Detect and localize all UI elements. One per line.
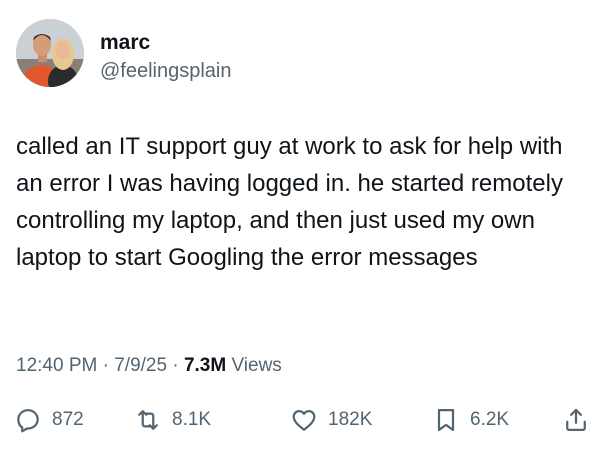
tweet-meta: 12:40 PM · 7/9/25 · 7.3M Views xyxy=(16,354,282,378)
user-handle[interactable]: @feelingsplain xyxy=(100,58,232,84)
share-icon xyxy=(562,406,590,434)
reply-count: 872 xyxy=(52,409,84,430)
views-count[interactable]: 7.3M xyxy=(184,355,226,376)
action-bar: 872 8.1K 182K 6.2K xyxy=(14,404,594,436)
reply-button[interactable]: 872 xyxy=(14,404,84,436)
bookmark-button[interactable]: 6.2K xyxy=(432,404,509,436)
repost-count: 8.1K xyxy=(172,409,212,430)
share-button[interactable] xyxy=(562,404,590,436)
bookmark-icon xyxy=(432,406,460,434)
meta-separator: · xyxy=(167,355,184,376)
avatar[interactable] xyxy=(16,19,84,87)
avatar-photo xyxy=(16,19,84,87)
display-name[interactable]: marc xyxy=(100,30,150,56)
repost-button[interactable]: 8.1K xyxy=(134,404,211,436)
views-label: Views xyxy=(226,355,282,376)
meta-separator: · xyxy=(97,355,115,376)
tweet-date[interactable]: 7/9/25 xyxy=(114,355,167,376)
like-count: 182K xyxy=(328,409,373,430)
bookmark-count: 6.2K xyxy=(470,409,510,430)
heart-icon xyxy=(290,406,318,434)
tweet-text: called an IT support guy at work to ask … xyxy=(16,133,563,271)
repost-icon xyxy=(134,406,162,434)
like-button[interactable]: 182K xyxy=(290,404,372,436)
tweet-time[interactable]: 12:40 PM xyxy=(16,355,97,376)
reply-icon xyxy=(14,406,42,434)
